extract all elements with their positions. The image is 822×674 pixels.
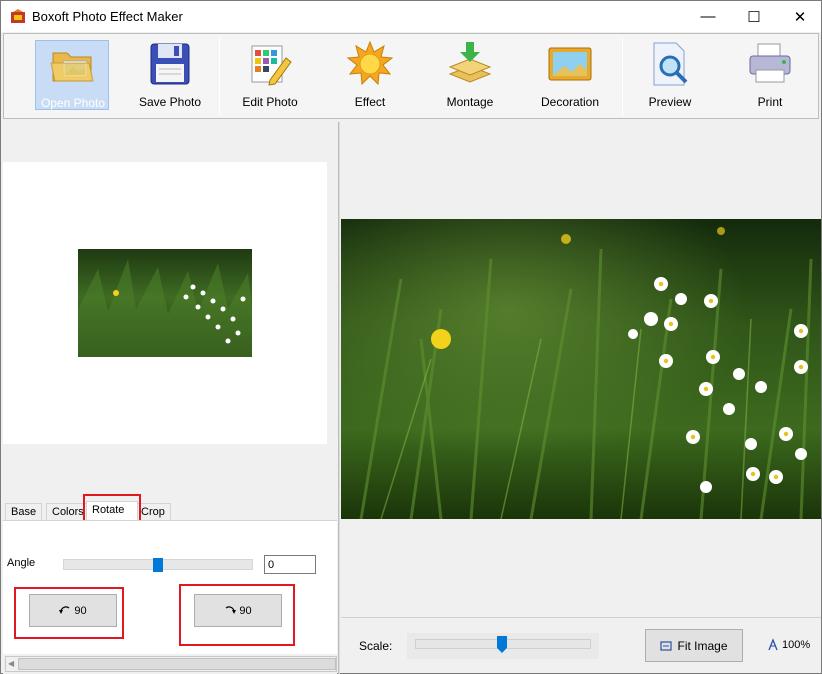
app-logo-icon	[11, 9, 25, 23]
title-bar: Boxoft Photo Effect Maker — ☐ ✕	[1, 1, 821, 32]
open-photo-button[interactable]: Open Photo	[35, 40, 109, 110]
scroll-left-icon[interactable]: ◀	[8, 659, 14, 668]
rotate-left-label: 90	[74, 604, 87, 617]
zoom-percent: 100%	[782, 639, 811, 651]
preview-panel	[341, 122, 821, 616]
thumbnail-image	[78, 249, 252, 357]
sun-icon	[346, 40, 394, 86]
thumbnail-area	[3, 162, 327, 444]
montage-label: Montage	[446, 95, 494, 109]
magnifier-document-icon	[653, 42, 688, 86]
rotate-right-icon	[226, 605, 237, 614]
edit-photo-button[interactable]: Edit Photo	[233, 40, 307, 110]
effect-button[interactable]: Effect	[333, 40, 407, 110]
preview-image	[341, 219, 821, 519]
toolbar-separator	[219, 38, 220, 116]
actual-size-button[interactable]: 100%	[767, 638, 810, 652]
scale-slider[interactable]	[407, 633, 599, 659]
rotate-panel: Angle 90 90	[3, 520, 337, 654]
decoration-label: Decoration	[540, 95, 600, 109]
rotate-left-icon	[59, 605, 70, 614]
scale-label: Scale:	[359, 639, 393, 653]
edit-grid-pencil-icon	[251, 45, 292, 86]
angle-slider[interactable]	[63, 558, 253, 572]
fit-image-label: Fit Image	[677, 638, 728, 653]
window-title: Boxoft Photo Effect Maker	[32, 9, 183, 24]
toolbar-separator	[622, 38, 623, 116]
print-label: Print	[757, 95, 783, 109]
horizontal-scrollbar[interactable]: ◀	[5, 656, 337, 672]
floppy-disk-icon	[150, 43, 190, 85]
rotate-left-button[interactable]: 90	[29, 594, 117, 627]
open-folder-icon	[50, 52, 94, 82]
save-photo-button[interactable]: Save Photo	[133, 40, 207, 110]
printer-icon	[749, 43, 791, 83]
open-photo-label: Open Photo	[40, 96, 106, 110]
minimize-button[interactable]: —	[685, 1, 731, 32]
angle-label: Angle	[7, 557, 36, 569]
montage-button[interactable]: Montage	[433, 40, 507, 110]
picture-frame-icon	[548, 47, 592, 81]
zoom-actual-icon	[768, 638, 778, 651]
effect-label: Effect	[354, 95, 386, 109]
app-window: Boxoft Photo Effect Maker — ☐ ✕ Open Pho…	[0, 0, 822, 674]
angle-slider-thumb[interactable]	[153, 558, 163, 572]
rotate-right-label: 90	[239, 604, 252, 617]
layers-arrow-icon	[448, 42, 492, 83]
scrollbar-thumb[interactable]	[18, 658, 336, 670]
print-button[interactable]: Print	[733, 40, 807, 110]
fit-image-button[interactable]: Fit Image	[645, 629, 743, 662]
scale-slider-thumb[interactable]	[497, 636, 507, 653]
preview-button[interactable]: Preview	[633, 40, 707, 110]
preview-label: Preview	[648, 95, 692, 109]
tab-base[interactable]: Base	[5, 503, 43, 521]
angle-input[interactable]	[264, 555, 316, 574]
maximize-button[interactable]: ☐	[731, 1, 777, 32]
edit-photo-label: Edit Photo	[242, 95, 298, 109]
close-button[interactable]: ✕	[777, 1, 822, 32]
fit-image-icon	[660, 640, 673, 651]
panel-splitter[interactable]	[338, 122, 340, 674]
left-panel: Base Colors Crop Rotate Angle 90	[3, 122, 337, 674]
main-toolbar: Open Photo Save Photo Edit Photo Effect …	[3, 33, 819, 119]
save-photo-label: Save Photo	[138, 95, 202, 109]
zoom-bar: Scale: Fit Image 100%	[341, 617, 821, 673]
decoration-button[interactable]: Decoration	[533, 40, 607, 110]
rotate-right-button[interactable]: 90	[194, 594, 282, 627]
